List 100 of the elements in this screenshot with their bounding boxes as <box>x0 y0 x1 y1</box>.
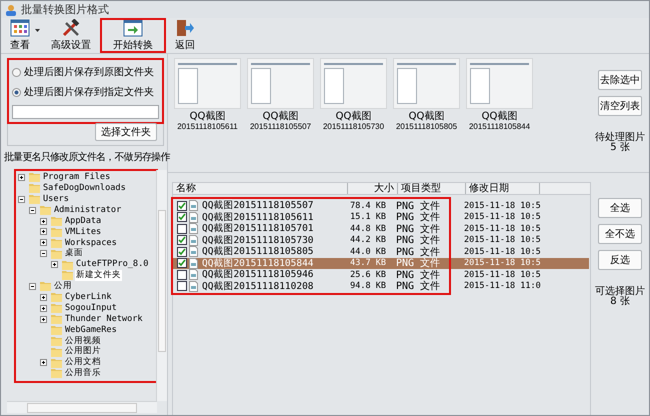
tree-item[interactable]: 公用 <box>53 281 73 292</box>
file-row[interactable]: QQ截图20151118105844 43.7 KB PNG 文件 2015-11-18 10:5 <box>173 258 589 269</box>
expand-icon[interactable] <box>40 294 47 301</box>
tree-item[interactable]: 公用视频 <box>64 336 102 346</box>
checkbox[interactable] <box>177 281 187 292</box>
column-header[interactable]: 大小 <box>348 183 398 194</box>
expand-icon[interactable] <box>40 228 47 236</box>
expand-icon[interactable] <box>40 359 47 366</box>
screenshot-thumbnail[interactable] <box>174 58 241 109</box>
thumbnail-caption: QQ截图 <box>408 111 444 122</box>
rename-note: 批量更名只修改原文件名，不做另存操作 <box>4 151 172 164</box>
tree-item[interactable]: Administrator <box>53 204 122 216</box>
window-title: 批量转换图片格式 <box>21 2 109 17</box>
checkbox[interactable] <box>177 246 187 257</box>
expand-icon[interactable] <box>51 261 58 268</box>
radio-label[interactable]: 处理后图片保存到指定文件夹 <box>24 85 154 99</box>
choose-folder-button[interactable]: 选择文件夹 <box>95 123 157 141</box>
expand-icon[interactable] <box>40 239 47 246</box>
checkbox[interactable] <box>177 258 187 268</box>
caret-icon[interactable] <box>35 29 40 32</box>
file-type: PNG 文件 <box>395 268 442 281</box>
collapse-icon[interactable] <box>29 282 36 290</box>
file-name: QQ截图20151118105701 <box>202 222 315 235</box>
screenshot-thumbnail[interactable] <box>393 58 460 109</box>
column-header[interactable]: 修改日期 <box>466 183 540 194</box>
tree-item[interactable]: VMLites <box>64 226 102 238</box>
queue-button[interactable]: 去除选中 <box>598 70 642 90</box>
toolbar-button[interactable]: 开始转换 <box>110 19 156 52</box>
checkbox[interactable] <box>177 200 187 211</box>
image-file-icon <box>189 212 198 223</box>
tree-item[interactable]: 桌面 <box>64 248 84 259</box>
checkbox[interactable] <box>177 270 187 280</box>
file-date: 2015-11-18 10:5 <box>464 212 542 222</box>
image-file-icon <box>189 269 198 280</box>
folder-icon <box>40 281 51 292</box>
tree-item[interactable]: 公用文档 <box>64 357 102 368</box>
expand-icon[interactable] <box>18 174 25 181</box>
folder-path-field[interactable] <box>12 105 159 119</box>
tree-item[interactable]: CyberLink <box>64 292 113 302</box>
file-name: QQ截图20151118105611 <box>202 210 315 223</box>
file-row[interactable]: QQ截图20151118105946 25.6 KB PNG 文件 2015-11-18 10:5 <box>173 269 589 280</box>
screenshot-thumbnail[interactable] <box>466 58 533 109</box>
toolbar-button[interactable]: 查看 <box>7 19 33 52</box>
folder-icon <box>51 346 62 357</box>
collapse-icon[interactable] <box>29 206 36 214</box>
hammer-wrench-icon <box>61 19 81 37</box>
folder-icon <box>51 324 62 335</box>
file-name: QQ截图20151118105507 <box>202 199 315 212</box>
folder-icon <box>62 270 73 280</box>
convert-icon <box>123 19 143 37</box>
expand-icon[interactable] <box>40 316 47 323</box>
column-header[interactable]: 名称 <box>173 183 348 194</box>
collapse-icon[interactable] <box>18 196 25 203</box>
tree-item[interactable]: SogouInput <box>64 302 118 314</box>
screenshot-thumbnail[interactable] <box>320 58 387 109</box>
file-size: 44.0 KB <box>349 246 386 257</box>
tree-item[interactable]: Workspaces <box>64 238 118 248</box>
file-size: 43.7 KB <box>349 258 386 268</box>
vertical-scrollbar[interactable] <box>156 170 167 401</box>
tree-item[interactable]: SafeDogDownloads <box>42 183 127 194</box>
collapse-icon[interactable] <box>40 250 47 258</box>
thumbnail-caption: 20151118105805 <box>396 122 458 132</box>
radio-label[interactable]: 处理后图片保存到原图文件夹 <box>24 65 154 79</box>
file-type: PNG 文件 <box>395 234 442 246</box>
expand-icon[interactable] <box>40 218 47 224</box>
tree-item[interactable]: 公用图片 <box>64 346 102 357</box>
exit-door-icon <box>175 19 195 37</box>
radio-button[interactable] <box>12 68 21 76</box>
column-header[interactable]: 项目类型 <box>398 183 466 194</box>
file-row[interactable]: QQ截图20151118105730 44.2 KB PNG 文件 2015-11-18 10:5 <box>173 234 589 246</box>
checkbox[interactable] <box>177 235 187 246</box>
tree-item[interactable]: AppData <box>64 216 102 226</box>
radio-button[interactable] <box>12 88 21 96</box>
file-row[interactable]: QQ截图20151118105805 44.0 KB PNG 文件 2015-11-18 10:5 <box>173 246 589 258</box>
horizontal-scrollbar[interactable] <box>7 401 157 413</box>
queue-button[interactable]: 清空列表 <box>598 96 642 116</box>
selection-button[interactable]: 全选 <box>598 198 642 218</box>
selection-button[interactable]: 全不选 <box>598 224 642 244</box>
file-row[interactable]: QQ截图20151118105701 44.8 KB PNG 文件 2015-11-18 10:5 <box>173 223 589 234</box>
toolbar-button[interactable]: 高级设置 <box>48 19 94 52</box>
image-file-icon <box>189 280 198 292</box>
tree-item[interactable]: 新建文件夹 <box>75 270 122 281</box>
tree-item[interactable]: Program Files <box>42 172 112 183</box>
expand-icon[interactable] <box>40 304 47 312</box>
file-date: 2015-11-18 10:5 <box>464 246 542 257</box>
tree-item[interactable]: CuteFTPPro_8.0 <box>75 259 150 270</box>
toolbar-button[interactable]: 返回 <box>172 19 198 52</box>
tree-item[interactable]: WebGameRes <box>64 324 118 336</box>
checkbox[interactable] <box>177 224 187 234</box>
file-row[interactable]: QQ截图20151118105507 78.4 KB PNG 文件 2015-11-18 10:5 <box>173 200 589 212</box>
tree-item[interactable]: 公用音乐 <box>64 368 102 379</box>
file-row[interactable]: QQ截图20151118105611 15.1 KB PNG 文件 2015-11-18 10:5 <box>173 212 589 223</box>
tree-item[interactable]: Users <box>42 194 70 204</box>
folder-icon <box>29 183 40 194</box>
selection-button[interactable]: 反选 <box>598 250 642 270</box>
file-row[interactable]: QQ截图20151118110208 94.8 KB PNG 文件 2015-11-18 11:0 <box>173 280 589 292</box>
tree-item[interactable]: Thunder Network <box>64 314 144 324</box>
folder-icon <box>51 358 62 368</box>
screenshot-thumbnail[interactable] <box>247 58 314 109</box>
checkbox[interactable] <box>177 212 187 222</box>
